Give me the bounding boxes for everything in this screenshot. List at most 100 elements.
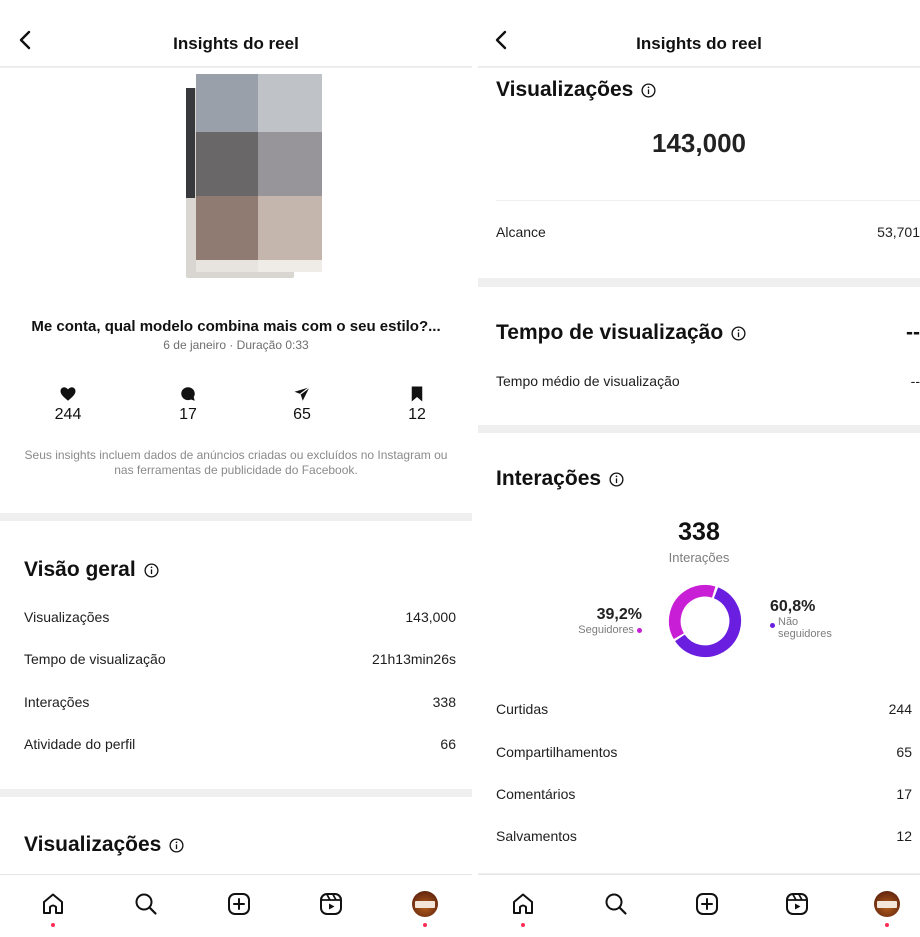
nav-create[interactable] — [694, 891, 720, 917]
row-label: Tempo de visualização — [24, 651, 166, 667]
overview-title: Visão geral — [24, 558, 159, 582]
row-value: 12 — [896, 828, 912, 844]
create-icon — [696, 893, 718, 915]
row-label: Tempo médio de visualização — [496, 373, 680, 389]
row-value: 65 — [896, 744, 912, 760]
row-value: 17 — [896, 786, 912, 802]
avg-watch-time-row: Tempo médio de visualização -- — [496, 373, 920, 389]
profile-avatar — [412, 891, 438, 917]
thumbnail-edge — [186, 88, 195, 198]
watch-time-card: Tempo de visualização -- Tempo médio de … — [478, 287, 920, 425]
info-icon[interactable] — [144, 562, 159, 578]
stat-shares: 65 — [272, 385, 332, 424]
followers-label-line: Seguidores — [538, 624, 642, 636]
row-label: Atividade do perfil — [24, 736, 136, 752]
nonfollowers-label-block: Não seguidores — [770, 616, 910, 640]
home-icon — [43, 893, 63, 914]
nav-search[interactable] — [603, 891, 629, 917]
overview-row-watch-time: Tempo de visualização 21h13min26s — [24, 651, 456, 667]
stat-comments: 17 — [158, 385, 218, 424]
left-screen: Insights do reel Me conta, qual modelo c… — [0, 0, 472, 937]
row-value: 338 — [432, 694, 456, 710]
row-label: Compartilhamentos — [496, 744, 618, 760]
row-label: Visualizações — [24, 609, 110, 625]
reels-icon — [320, 893, 342, 915]
comment-icon — [181, 387, 195, 401]
followers-label: Seguidores — [578, 624, 634, 636]
interactions-total: 338 — [678, 518, 720, 546]
reel-title: Me conta, qual modelo combina mais com o… — [31, 318, 441, 335]
row-label: Alcance — [496, 224, 546, 240]
watch-time-title: Tempo de visualização — [496, 321, 746, 345]
heart-icon — [60, 387, 76, 401]
notification-dot — [521, 923, 525, 927]
interactions-donut-chart — [668, 584, 742, 658]
row-value: 21h13min26s — [371, 651, 456, 667]
overview-card: Visão geral Visualizações 143,000 Tempo … — [0, 521, 472, 789]
notification-dot — [423, 923, 427, 927]
views-title: Visualizações — [24, 833, 184, 857]
interactions-total-label: Interações — [668, 550, 730, 565]
stat-saves: 12 — [387, 385, 447, 424]
nonfollowers-legend: 60,8% Não seguidores — [770, 598, 910, 640]
nav-profile[interactable] — [874, 891, 900, 927]
bottom-nav — [0, 874, 472, 937]
search-icon — [135, 893, 157, 915]
nav-reels[interactable] — [784, 891, 810, 917]
divider — [496, 200, 920, 201]
header: Insights do reel — [0, 0, 472, 67]
notification-dot — [51, 923, 55, 927]
comments-row: Comentários 17 — [496, 786, 912, 802]
info-icon[interactable] — [641, 82, 656, 98]
reels-icon — [786, 893, 808, 915]
nonfollowers-label-1: Não — [778, 616, 799, 628]
nav-reels[interactable] — [318, 891, 344, 917]
nonfollowers-label-2: seguidores — [778, 628, 832, 640]
home-icon — [513, 893, 533, 914]
search-icon — [605, 893, 627, 915]
bookmark-icon — [411, 386, 423, 402]
nonfollowers-pct: 60,8% — [770, 598, 816, 615]
ads-note: Seus insights incluem dados de anúncios … — [24, 448, 448, 477]
right-screen: Insights do reel Visualizações Alcance 5… — [478, 0, 920, 937]
row-value: -- — [910, 373, 920, 389]
row-label: Interações — [24, 694, 90, 710]
views-card: Visualizações Alcance 53,701 — [478, 68, 920, 278]
followers-pct: 39,2% — [596, 606, 642, 623]
reel-date-duration: 6 de janeiro · Duração 0:33 — [163, 338, 309, 352]
shares-row: Compartilhamentos 65 — [496, 744, 912, 760]
watch-time-value: -- — [906, 321, 920, 344]
row-value: 244 — [888, 701, 912, 717]
share-icon — [294, 386, 310, 401]
info-icon[interactable] — [609, 471, 624, 487]
saves-row: Salvamentos 12 — [496, 828, 912, 844]
row-value: 143,000 — [405, 609, 456, 625]
likes-count: 244 — [54, 406, 82, 423]
saves-count: 12 — [408, 406, 426, 423]
nonfollowers-dot — [770, 623, 775, 628]
nav-search[interactable] — [133, 891, 159, 917]
header: Insights do reel — [478, 0, 920, 67]
overview-row-views: Visualizações 143,000 — [24, 609, 456, 625]
comments-count: 17 — [179, 406, 197, 423]
row-value: 53,701 — [877, 224, 920, 240]
bottom-nav — [478, 874, 920, 937]
nav-profile[interactable] — [412, 891, 438, 927]
profile-avatar — [874, 891, 900, 917]
info-icon[interactable] — [731, 325, 746, 341]
overview-title-text: Visão geral — [24, 558, 136, 581]
notification-dot — [885, 923, 889, 927]
watch-time-title-text: Tempo de visualização — [496, 321, 724, 344]
row-label: Curtidas — [496, 701, 549, 717]
followers-legend: 39,2% Seguidores — [538, 606, 642, 636]
row-label: Salvamentos — [496, 828, 577, 844]
nav-home[interactable] — [40, 891, 66, 927]
views-title: Visualizações — [496, 78, 656, 102]
nav-create[interactable] — [226, 891, 252, 917]
row-value: 66 — [440, 736, 456, 752]
nav-home[interactable] — [510, 891, 536, 927]
info-icon[interactable] — [169, 837, 184, 853]
reel-thumbnail[interactable] — [196, 74, 322, 272]
followers-dot — [637, 627, 642, 633]
views-total: 143,000 — [652, 128, 746, 158]
